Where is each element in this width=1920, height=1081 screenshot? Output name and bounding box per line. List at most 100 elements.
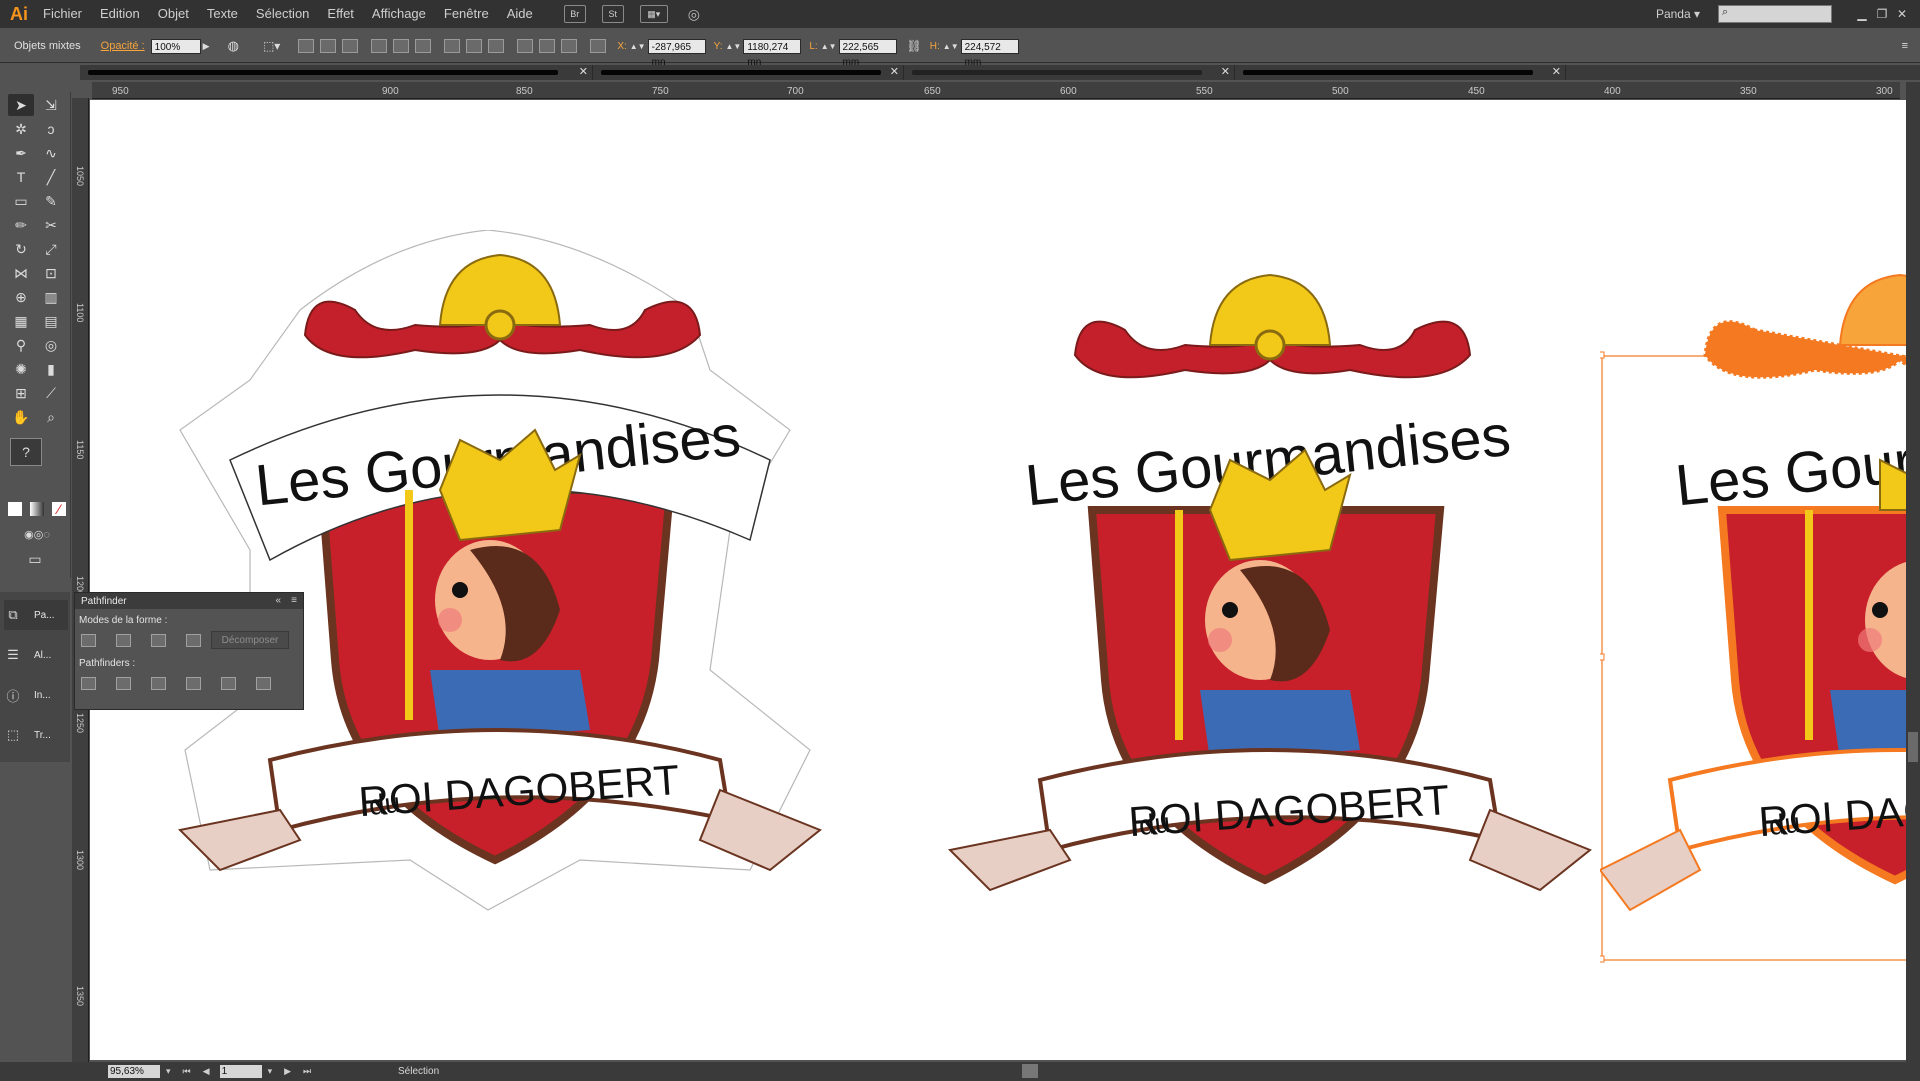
width-tool-icon[interactable]: ⋈	[8, 262, 34, 284]
pencil-tool-icon[interactable]: ✏	[8, 214, 34, 236]
x-spinner-icon[interactable]: ▲▼	[630, 42, 646, 51]
magic-wand-tool-icon[interactable]: ✲	[8, 118, 34, 140]
width-spinner-icon[interactable]: ▲▼	[821, 42, 837, 51]
gradient-swatch-icon[interactable]	[30, 502, 44, 516]
menu-effet[interactable]: Effet	[318, 0, 363, 28]
height-field[interactable]: 224,572 mm	[960, 38, 1019, 68]
align-top-icon[interactable]	[371, 39, 388, 53]
graph-tool-icon[interactable]: ▥	[38, 286, 64, 308]
tab-close-icon[interactable]: ✕	[579, 65, 588, 80]
arrange-documents-icon[interactable]: ▦▾	[639, 5, 668, 23]
align-bottom-icon[interactable]	[415, 39, 432, 53]
menu-edition[interactable]: Edition	[91, 0, 149, 28]
reference-point-icon[interactable]	[590, 39, 607, 53]
help-search-input[interactable]: ⌕	[1718, 5, 1832, 23]
gradient-tool-icon[interactable]: ▤	[38, 310, 64, 332]
distribute-right-icon[interactable]	[561, 39, 578, 53]
emblem[interactable]: Les Gourmandises du ROI DAGOBERT	[920, 250, 1600, 940]
selection-tool-icon[interactable]: ➤	[8, 94, 34, 116]
distribute-hcenter-icon[interactable]	[539, 39, 556, 53]
blend-tool-icon[interactable]: ◎	[38, 334, 64, 356]
free-transform-tool-icon[interactable]: ⊡	[38, 262, 64, 284]
draw-mode-icons[interactable]: ◉◎◌	[8, 526, 66, 542]
artboard-tool-icon[interactable]: ⊞	[8, 382, 34, 404]
bbox-handle[interactable]	[1600, 955, 1605, 963]
column-graph-tool-icon[interactable]: ▮	[38, 358, 64, 380]
slice-tool-icon[interactable]: ⟋	[38, 382, 64, 404]
eyedropper-tool-icon[interactable]: ⚲	[8, 334, 34, 356]
divide-icon[interactable]	[81, 676, 96, 690]
hand-tool-icon[interactable]: ✋	[8, 406, 34, 428]
screen-mode-icon[interactable]: ▭	[20, 550, 50, 568]
lasso-tool-icon[interactable]: ↄ	[38, 118, 64, 140]
fill-color-icon[interactable]	[8, 502, 22, 516]
scissors-tool-icon[interactable]: ✂	[38, 214, 64, 236]
crop-icon[interactable]	[186, 676, 201, 690]
width-field[interactable]: 222,565 mm	[838, 38, 897, 68]
align-right-icon[interactable]	[342, 39, 359, 53]
minus-front-icon[interactable]	[116, 633, 131, 647]
scale-tool-icon[interactable]: ⤢	[38, 238, 64, 260]
dock-info[interactable]: ⓘ In...	[4, 680, 68, 710]
prev-artboard-icon[interactable]: ◀	[203, 1066, 210, 1077]
merge-icon[interactable]	[151, 676, 166, 690]
distribute-top-icon[interactable]	[444, 39, 461, 53]
minimize-icon[interactable]: ▁	[1852, 7, 1872, 21]
intersect-icon[interactable]	[151, 633, 166, 647]
scrollbar-thumb[interactable]	[1908, 732, 1918, 762]
pathfinder-titlebar[interactable]: Pathfinder « ≡	[75, 593, 303, 609]
distribute-bottom-icon[interactable]	[488, 39, 505, 53]
dock-transform[interactable]: ⬚ Tr...	[4, 720, 68, 750]
opacity-dropdown-icon[interactable]: ▶	[203, 41, 210, 52]
curvature-tool-icon[interactable]: ∿	[38, 142, 64, 164]
paintbrush-tool-icon[interactable]: ✎	[38, 190, 64, 212]
y-field[interactable]: 1180,274 mn	[743, 38, 802, 68]
line-tool-icon[interactable]: ╱	[38, 166, 64, 188]
exclude-icon[interactable]	[186, 633, 201, 647]
align-left-icon[interactable]	[298, 39, 315, 53]
stock-button[interactable]: St	[601, 5, 624, 23]
bridge-button[interactable]: Br	[563, 5, 586, 23]
menu-fichier[interactable]: Fichier	[34, 0, 91, 28]
constrain-proportions-icon[interactable]: ⛓	[907, 39, 922, 53]
type-tool-icon[interactable]: T	[8, 166, 34, 188]
menu-affichage[interactable]: Affichage	[363, 0, 435, 28]
dock-pathfinder[interactable]: ⧉ Pa...	[4, 600, 68, 630]
menu-aide[interactable]: Aide	[498, 0, 542, 28]
artboard-dropdown-icon[interactable]: ▾	[268, 1066, 273, 1077]
document-tab[interactable]: ✕	[593, 65, 904, 80]
horizontal-scroll-thumb[interactable]	[1022, 1064, 1038, 1078]
horizontal-ruler[interactable]: 950 900 850 800 750 700 650 600 550 500 …	[92, 82, 1900, 99]
unite-icon[interactable]	[81, 633, 96, 647]
next-artboard-icon[interactable]: ▶	[284, 1066, 291, 1077]
y-spinner-icon[interactable]: ▲▼	[726, 42, 742, 51]
bbox-handle[interactable]	[1600, 653, 1605, 661]
height-spinner-icon[interactable]: ▲▼	[943, 42, 959, 51]
align-to-icon[interactable]: ⬚▾	[263, 39, 280, 53]
last-artboard-icon[interactable]: ⏭	[303, 1066, 311, 1077]
none-swatch-icon[interactable]: ⁄	[52, 501, 66, 517]
align-hcenter-icon[interactable]	[320, 39, 337, 53]
outline-icon[interactable]	[221, 676, 236, 690]
menu-objet[interactable]: Objet	[149, 0, 198, 28]
rectangle-tool-icon[interactable]: ▭	[8, 190, 34, 212]
selected-emblem[interactable]: Les Gourmandises du ROI DAGOBERT	[1600, 250, 1906, 970]
panel-menu-icon[interactable]: ≡	[291, 593, 297, 609]
workspace-switcher[interactable]: Panda ▾	[1656, 7, 1700, 21]
restore-icon[interactable]: ❐	[1872, 7, 1892, 21]
artboard-canvas[interactable]: Les Gourmandises du ROI DAGOBERT Les Gou…	[90, 100, 1906, 1060]
trim-icon[interactable]	[116, 676, 131, 690]
pen-tool-icon[interactable]: ✒	[8, 142, 34, 164]
symbol-sprayer-tool-icon[interactable]: ✺	[8, 358, 34, 380]
dock-align[interactable]: ☰ Al...	[4, 640, 68, 670]
panel-menu-icon[interactable]: ≡	[1902, 40, 1908, 52]
minus-back-icon[interactable]	[256, 676, 271, 690]
close-icon[interactable]: ✕	[1892, 7, 1912, 21]
opacity-label[interactable]: Opacité :	[101, 40, 145, 52]
align-vcenter-icon[interactable]	[393, 39, 410, 53]
zoom-dropdown-icon[interactable]: ▾	[166, 1066, 171, 1077]
rotate-tool-icon[interactable]: ↻	[8, 238, 34, 260]
fill-stroke-icon[interactable]: ?	[10, 438, 42, 466]
menu-texte[interactable]: Texte	[198, 0, 247, 28]
tab-close-icon[interactable]: ✕	[1552, 65, 1561, 80]
